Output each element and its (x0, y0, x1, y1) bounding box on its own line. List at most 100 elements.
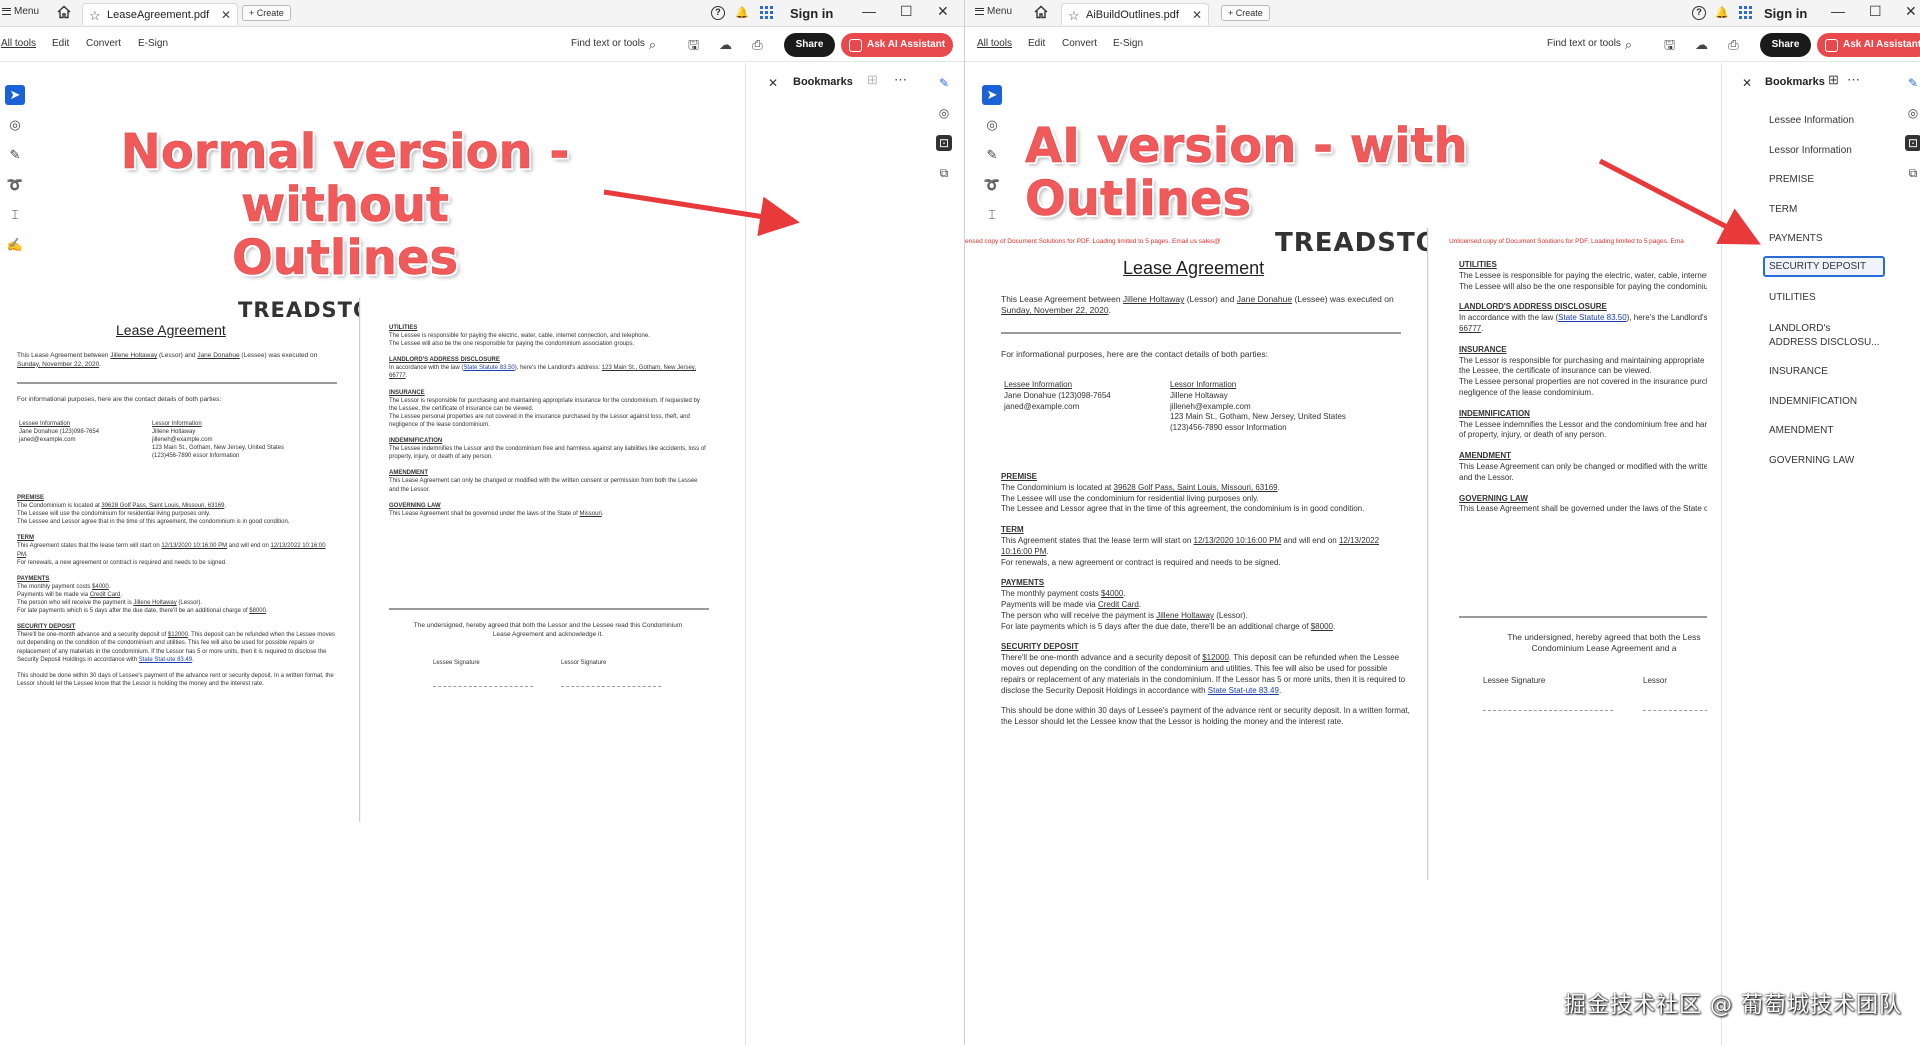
all-tools-tab[interactable]: All tools (1, 38, 36, 49)
apps-grid-icon[interactable] (1739, 6, 1752, 19)
menu-button[interactable]: Menu (2, 6, 39, 17)
upload-cloud-icon[interactable]: ☁ (718, 37, 733, 52)
edit-tab[interactable]: Edit (1028, 38, 1045, 49)
search-icon[interactable]: ⌕ (1621, 37, 1636, 52)
bookmark-lessee-information[interactable]: Lessee Information (1769, 115, 1854, 126)
close-window-icon[interactable]: ✕ (937, 3, 949, 20)
notification-bell-icon[interactable]: 🔔 (735, 6, 749, 19)
help-icon[interactable]: ? (1692, 6, 1706, 20)
more-options-icon[interactable]: ⋯ (1846, 72, 1861, 87)
term-heading: TERM (1001, 525, 1024, 535)
pages-icon[interactable]: ⧉ (1905, 165, 1920, 181)
comments-icon[interactable]: ◎ (1905, 105, 1920, 121)
maximize-icon[interactable]: ☐ (900, 3, 913, 20)
pen-icon[interactable]: ✎ (5, 145, 25, 165)
sign-in-link[interactable]: Sign in (1764, 6, 1807, 21)
bookmark-payments[interactable]: PAYMENTS (1769, 233, 1823, 244)
pages-icon[interactable]: ⧉ (936, 165, 952, 181)
bookmarks-icon[interactable]: ⊡ (936, 135, 952, 151)
comment-icon[interactable]: ◎ (5, 115, 25, 135)
save-icon[interactable]: 🖫 (1662, 37, 1677, 52)
sign-in-link[interactable]: Sign in (790, 6, 833, 21)
text-select-icon[interactable]: ⌶ (5, 205, 25, 225)
document-tab[interactable]: ☆ AiBuildOutlines.pdf ✕ (1061, 3, 1209, 25)
share-button[interactable]: Share (1760, 33, 1811, 57)
select-cursor-icon[interactable]: ➤ (982, 85, 1002, 105)
esign-tab[interactable]: E-Sign (1113, 38, 1143, 49)
close-tab-icon[interactable]: ✕ (221, 8, 231, 22)
page2-body-sections: UTILITIES The Lessee is responsible for … (389, 318, 709, 518)
close-tab-icon[interactable]: ✕ (1192, 8, 1202, 22)
all-tools-tab[interactable]: All tools (977, 38, 1012, 49)
print-icon[interactable]: ⎙ (1726, 37, 1741, 52)
document-tab[interactable]: ☆ LeaseAgreement.pdf ✕ (82, 3, 238, 25)
find-text-button[interactable]: Find text or tools (571, 38, 645, 49)
add-bookmark-icon[interactable]: ⊞ (865, 72, 880, 87)
apps-grid-icon[interactable] (760, 6, 773, 19)
bookmark-indemnification[interactable]: INDEMNIFICATION (1769, 396, 1857, 407)
more-options-icon[interactable]: ⋯ (893, 72, 908, 87)
bookmark-term[interactable]: TERM (1769, 204, 1797, 215)
edit-tab[interactable]: Edit (52, 38, 69, 49)
lessor-signature-label: Lessor (1643, 676, 1668, 685)
share-button[interactable]: Share (784, 33, 835, 57)
comments-icon[interactable]: ◎ (936, 105, 952, 121)
bookmark-premise[interactable]: PREMISE (1769, 174, 1814, 185)
select-cursor-icon[interactable]: ➤ (5, 85, 25, 105)
minimize-icon[interactable]: — (862, 3, 876, 19)
lessee-signature-line[interactable] (1483, 710, 1613, 711)
bookmark-utilities[interactable]: UTILITIES (1769, 292, 1816, 303)
find-text-button[interactable]: Find text or tools (1547, 38, 1621, 49)
lessor-signature-line[interactable] (1643, 710, 1707, 711)
left-tool-rail: ➤ ◎ ✎ ➰ ⌶ ✍ (0, 63, 30, 283)
ai-summary-icon[interactable]: ✎ (1905, 75, 1920, 91)
print-icon[interactable]: ⎙ (750, 37, 765, 52)
left-acrobat-window: Menu ☆ LeaseAgreement.pdf ✕ + Create ? 🔔 S… (0, 0, 964, 1045)
tab-bar: Menu ☆ LeaseAgreement.pdf ✕ + Create ? 🔔 S… (0, 0, 964, 27)
home-icon[interactable] (56, 4, 72, 20)
notification-bell-icon[interactable]: 🔔 (1715, 6, 1729, 19)
sign-icon[interactable]: ✍ (5, 235, 25, 255)
search-icon[interactable]: ⌕ (645, 37, 660, 52)
convert-tab[interactable]: Convert (86, 38, 121, 49)
ask-ai-assistant-button[interactable]: Ask AI Assistant (1817, 33, 1920, 57)
create-button[interactable]: + Create (242, 5, 291, 21)
star-icon[interactable]: ☆ (89, 8, 101, 24)
utilities-heading: UTILITIES (1459, 260, 1497, 269)
bookmarks-icon[interactable]: ⊡ (1905, 135, 1920, 151)
comment-icon[interactable]: ◎ (982, 115, 1002, 135)
bookmark-governing-law[interactable]: GOVERNING LAW (1769, 455, 1854, 466)
add-bookmark-icon[interactable]: ⊞ (1826, 72, 1841, 87)
hamburger-icon (975, 8, 984, 15)
section-divider (389, 608, 709, 610)
help-icon[interactable]: ? (711, 6, 725, 20)
menu-button[interactable]: Menu (975, 6, 1012, 17)
bookmark-security-deposit[interactable]: SECURITY DEPOSIT (1763, 256, 1885, 277)
text-select-icon[interactable]: ⌶ (982, 205, 1002, 225)
lessor-signature-line[interactable] (561, 686, 661, 687)
star-icon[interactable]: ☆ (1068, 8, 1080, 24)
bookmark-landlords-address[interactable]: LANDLORD's ADDRESS DISCLOSU... (1769, 322, 1880, 349)
close-panel-icon[interactable]: ✕ (1742, 76, 1752, 90)
ask-ai-assistant-button[interactable]: Ask AI Assistant (841, 33, 954, 57)
close-window-icon[interactable]: ✕ (1905, 3, 1917, 20)
bookmark-insurance[interactable]: INSURANCE (1769, 366, 1828, 377)
esign-tab[interactable]: E-Sign (138, 38, 168, 49)
ai-summary-icon[interactable]: ✎ (936, 75, 952, 91)
pdf-page-2: Unlicensed copy of Document Solutions fo… (1429, 228, 1707, 880)
lasso-icon[interactable]: ➰ (5, 175, 25, 195)
lasso-icon[interactable]: ➰ (982, 175, 1002, 195)
upload-cloud-icon[interactable]: ☁ (1694, 37, 1709, 52)
home-icon[interactable] (1033, 4, 1049, 20)
close-panel-icon[interactable]: ✕ (768, 76, 778, 90)
minimize-icon[interactable]: — (1831, 3, 1845, 19)
maximize-icon[interactable]: ☐ (1869, 3, 1882, 20)
section-divider (17, 382, 337, 384)
bookmark-amendment[interactable]: AMENDMENT (1769, 425, 1833, 436)
lessee-signature-line[interactable] (433, 686, 533, 687)
save-icon[interactable]: 🖫 (686, 37, 701, 52)
convert-tab[interactable]: Convert (1062, 38, 1097, 49)
pen-icon[interactable]: ✎ (982, 145, 1002, 165)
create-button[interactable]: + Create (1221, 5, 1270, 21)
bookmark-lessor-information[interactable]: Lessor Information (1769, 145, 1852, 156)
